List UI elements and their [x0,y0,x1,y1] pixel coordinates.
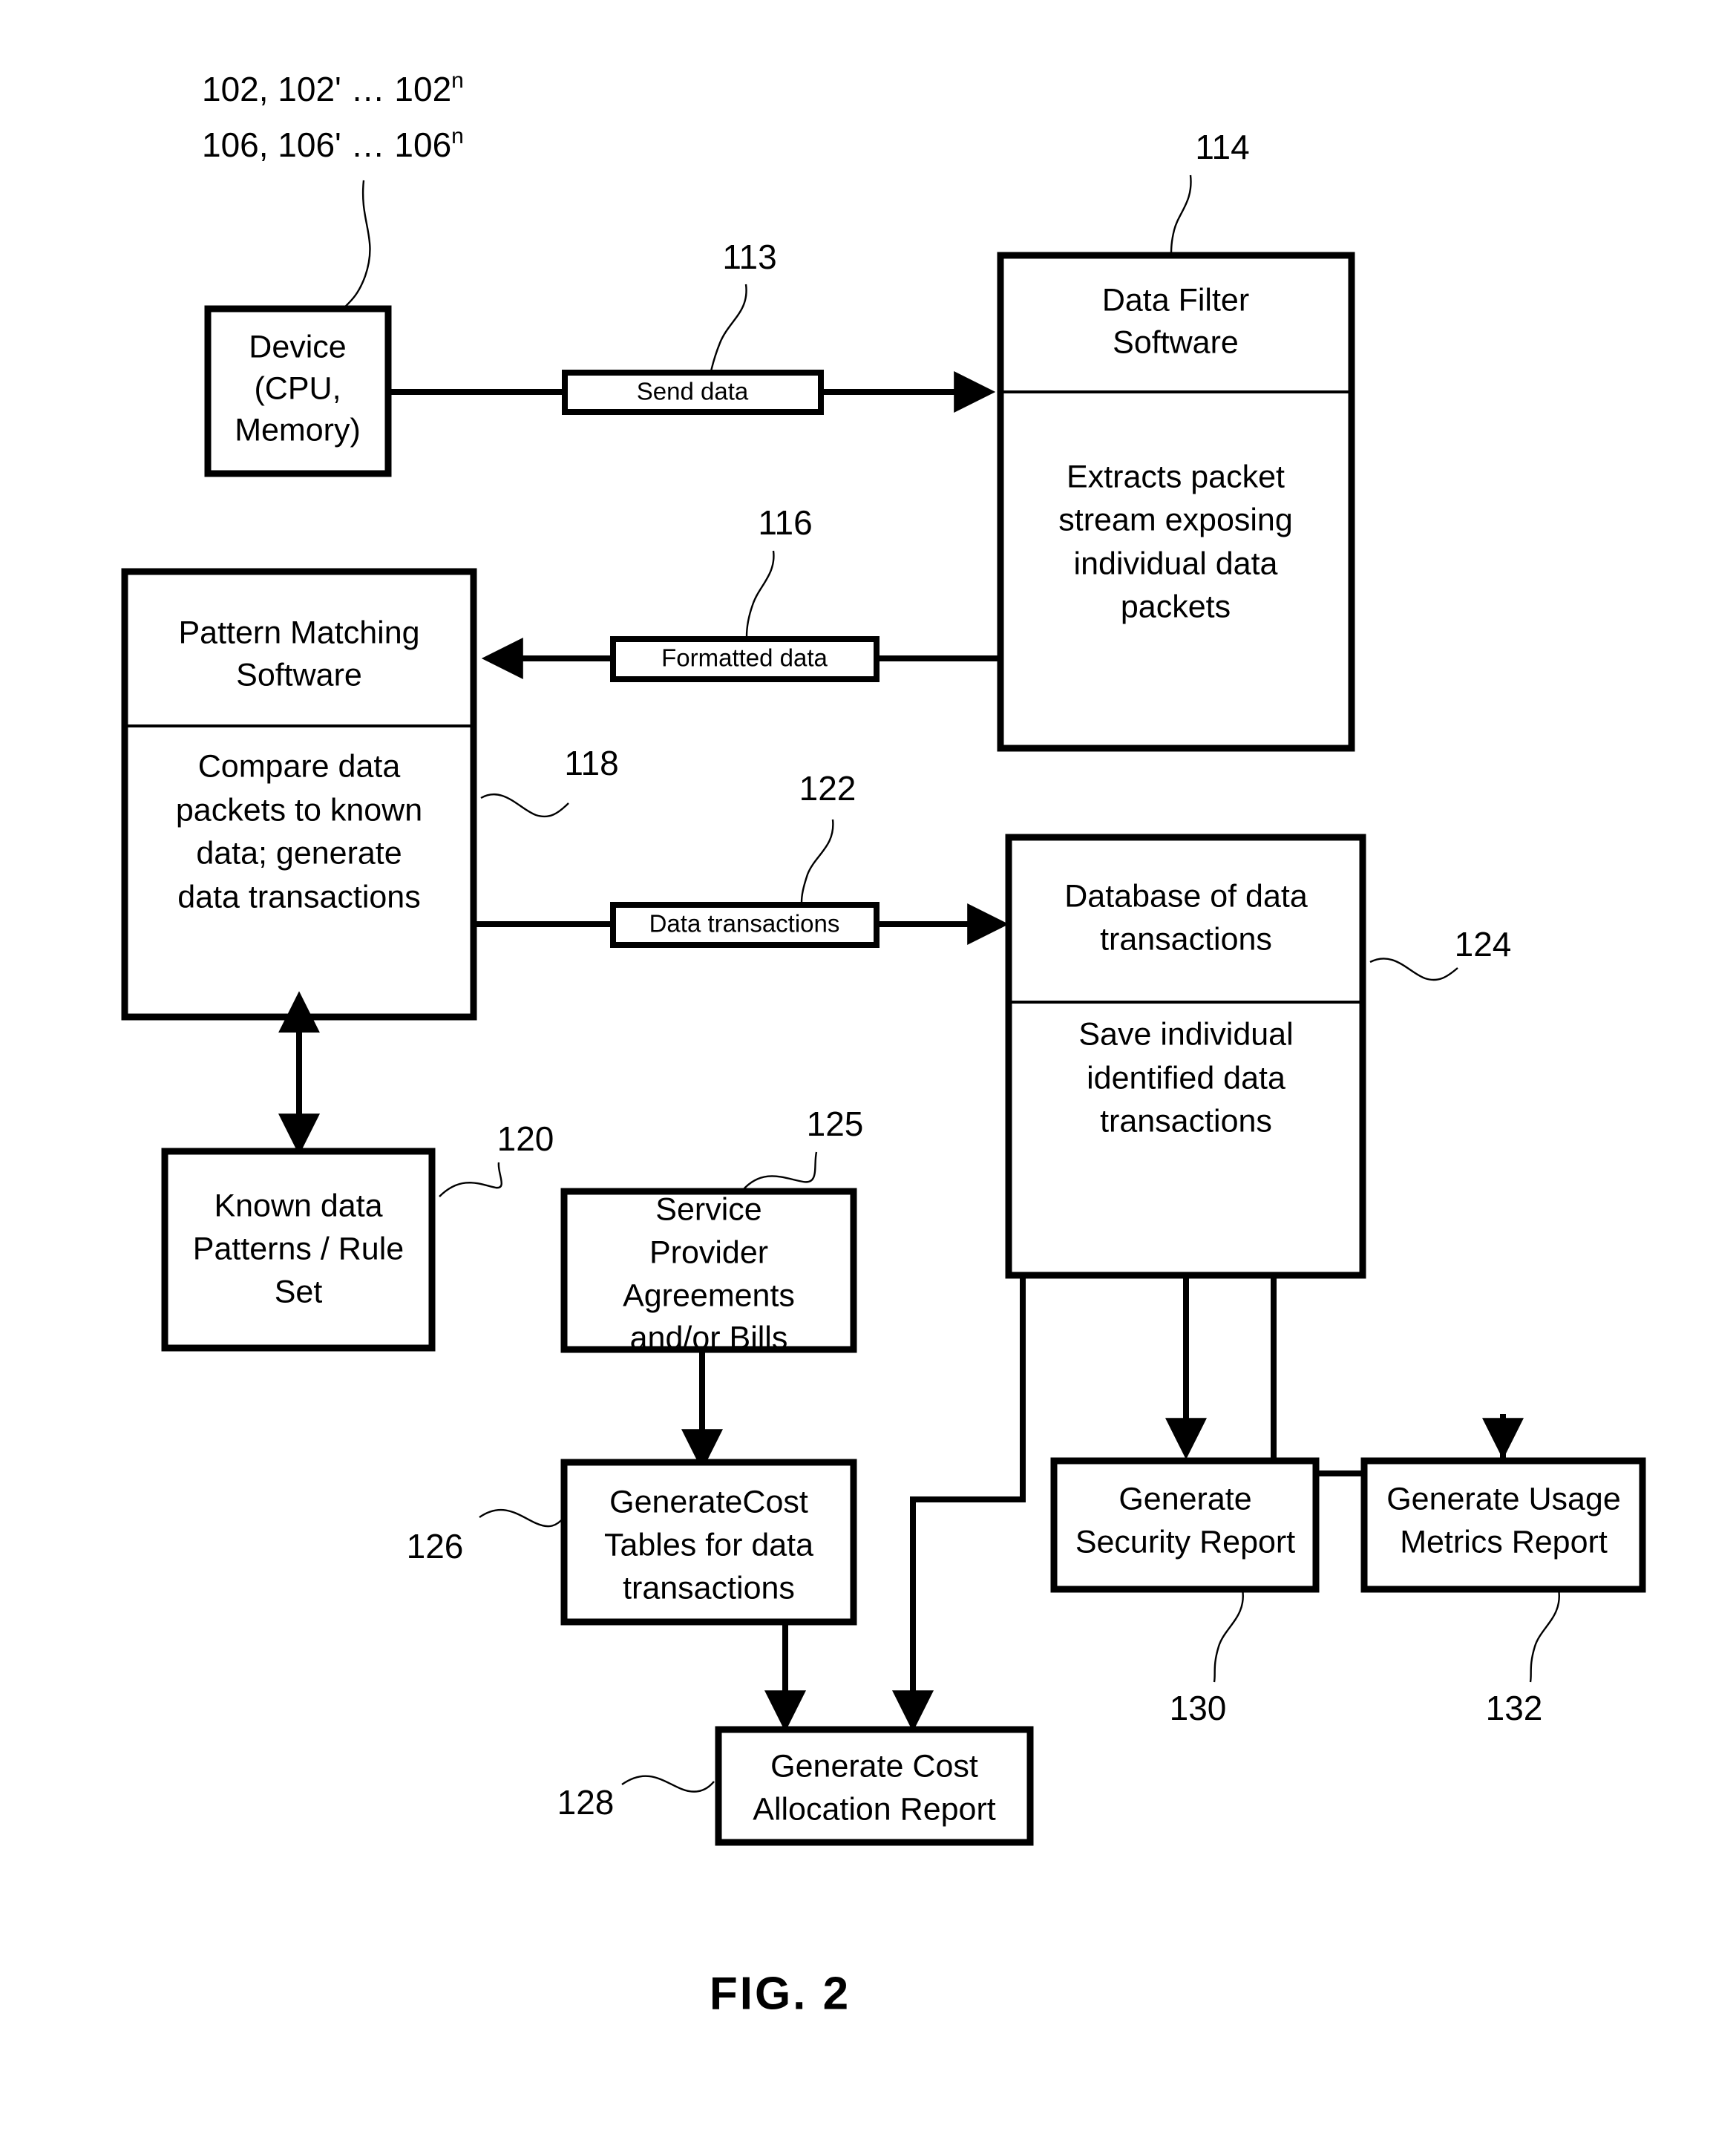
leader-line-126 [479,1508,565,1528]
box-data-filter-header-1: Software [1113,324,1239,360]
box-database-header-0: Database of data [1064,878,1308,914]
ref-label-113: 113 [722,238,776,276]
box-pattern-matching-body-2: data; generate [196,835,402,871]
box-device-line-2: Memory) [235,412,361,448]
box-service-provider-line-0: Service [655,1191,761,1227]
ref-label-132: 132 [1486,1689,1543,1727]
box-pattern-matching-header-0: Pattern Matching [178,615,419,650]
box-data-filter-body-0: Extracts packet [1067,459,1285,494]
box-security-report-line-0: Generate [1118,1481,1251,1517]
leader-line-124 [1369,958,1458,981]
box-cost-allocation-line-1: Allocation Report [753,1791,996,1827]
ref-label-120: 120 [497,1119,554,1158]
box-security-report-line-1: Security Report [1075,1524,1295,1560]
box-data-filter-header-0: Data Filter [1102,282,1249,318]
leader-line-118 [480,793,569,818]
leader-line-130 [1213,1589,1244,1683]
box-data-filter-body-1: stream exposing [1058,502,1293,537]
edge-label-formatted-data: Formatted data [661,644,828,672]
box-known-data-line-2: Set [275,1274,323,1309]
leader-line-114 [1170,174,1192,256]
box-database-body-0: Save individual [1078,1016,1293,1052]
box-service-provider-line-1: Provider [649,1234,768,1270]
box-cost-allocation-line-0: Generate Cost [770,1748,978,1784]
ref-label-114: 114 [1195,128,1249,166]
box-service-provider-line-3: and/or Bills [630,1320,788,1355]
leader-line-113 [710,284,747,372]
ref-label-122: 122 [799,769,856,808]
box-service-provider-line-2: Agreements [623,1277,795,1313]
leader-line-device [334,180,371,320]
box-database-body-1: identified data [1087,1060,1285,1096]
box-cost-tables-line-2: transactions [623,1570,795,1606]
ref-label-118: 118 [564,744,618,782]
box-cost-tables-line-1: Tables for data [604,1527,813,1563]
ref-label-130: 130 [1170,1689,1227,1727]
box-device-line-1: (CPU, [254,370,341,406]
leader-line-116 [745,550,775,638]
ref-label-126: 126 [407,1527,464,1565]
edge-label-send-data: Send data [637,378,749,405]
leader-line-128 [621,1775,715,1793]
box-cost-tables-line-0: GenerateCost [609,1484,808,1519]
box-data-filter-body-2: individual data [1074,546,1278,581]
leader-line-122 [800,819,834,903]
figure-canvas: 102, 102' … 102n 106, 106' … 106n Device… [121,68,1646,2019]
ref-label-125: 125 [807,1105,864,1143]
ref-label-128: 128 [557,1783,615,1822]
box-data-filter-body-3: packets [1121,589,1231,624]
box-known-data-line-1: Patterns / Rule [193,1231,404,1266]
edge-label-data-transactions: Data transactions [649,910,840,938]
box-database-header-1: transactions [1100,921,1272,957]
connector-database-to-usagemetrics-elbow [1271,1275,1506,1476]
box-database-body-2: transactions [1100,1103,1272,1139]
box-pattern-matching-body-0: Compare data [198,748,401,784]
box-pattern-matching-header-1: Software [236,657,362,693]
patent-figure-2: 102, 102' … 102n 106, 106' … 106n Device… [0,0,1736,2143]
box-pattern-matching-body-1: packets to known [176,792,422,828]
figure-caption: FIG. 2 [710,1968,851,2019]
ref-label-116: 116 [758,503,812,542]
box-known-data-line-0: Known data [214,1188,382,1223]
leader-line-120 [439,1162,502,1197]
box-device-line-0: Device [249,329,346,364]
ref-label-106-series: 106, 106' … 106n [202,124,464,164]
ref-label-102-series: 102, 102' … 102n [202,68,464,108]
box-pattern-matching-body-3: data transactions [177,879,420,915]
box-usage-metrics-line-0: Generate Usage [1386,1481,1621,1517]
connector-database-to-costallocation [892,1275,1026,1733]
box-usage-metrics-line-1: Metrics Report [1400,1524,1608,1560]
ref-label-124: 124 [1455,925,1512,963]
leader-line-132 [1529,1589,1560,1683]
leader-line-125 [741,1151,818,1191]
